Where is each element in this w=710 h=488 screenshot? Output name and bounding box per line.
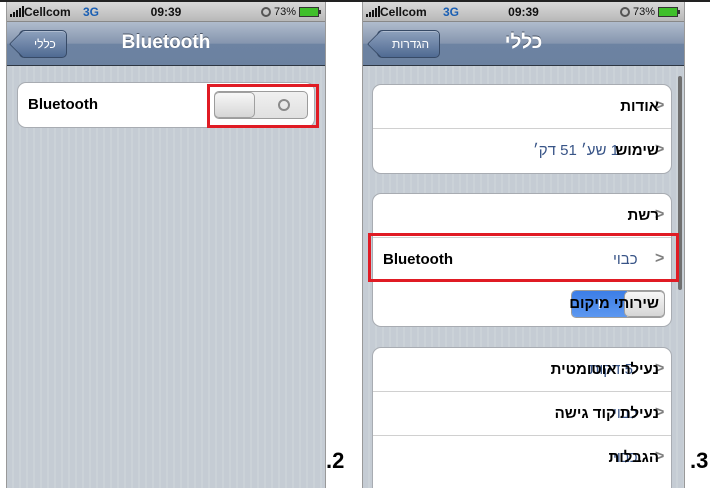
status-bar: Cellcom 3G 09:39 73%	[363, 2, 684, 22]
step-number-2: .2	[326, 448, 345, 473]
row-label: אודות	[620, 98, 659, 115]
navigation-bar: הגדרות כללי	[363, 22, 684, 66]
row-label: נעילת קוד גישה	[554, 405, 659, 422]
list-item[interactable]: > אודות	[373, 85, 671, 129]
list-item[interactable]: > 1 שע׳ 51 דק׳ שימוש	[373, 129, 671, 173]
back-button-label: כללי	[34, 37, 56, 51]
row-value: 1 שע׳ 51 דק׳	[533, 142, 619, 159]
navigation-bar: כללי Bluetooth	[7, 22, 325, 66]
list-item[interactable]: > רשת	[373, 194, 671, 238]
list-item[interactable]: > כבוי נעילת קוד גישה	[373, 392, 671, 436]
battery-icon	[658, 7, 680, 17]
alarm-clock-icon	[260, 7, 271, 17]
battery-percent: 73%	[632, 6, 655, 18]
battery-percent: 73%	[273, 6, 296, 18]
bluetooth-label: Bluetooth	[28, 96, 98, 113]
list-item[interactable]: > כבוי הגבלות	[373, 436, 671, 480]
row-label: הגבלות	[608, 449, 660, 466]
bluetooth-settings-screen: Cellcom 3G 09:39 73% כללי Bluetooth Blue…	[6, 2, 326, 488]
back-button-label: הגדרות	[392, 37, 430, 51]
highlight-box-toggle	[207, 84, 319, 128]
battery-icon	[299, 7, 321, 17]
list-item: I שירותי מיקום	[373, 282, 671, 326]
row-label: רשת	[627, 207, 660, 224]
highlight-box-bluetooth-row	[368, 233, 679, 282]
row-label: נעילה אוטומטית	[550, 361, 659, 378]
list-item[interactable]: > 5 דקות נעילה אוטומטית	[373, 348, 671, 392]
row-label: שימוש	[615, 142, 659, 159]
lock-group: > 5 דקות נעילה אוטומטית > כבוי נעילת קוד…	[372, 347, 672, 488]
general-settings-screen: Cellcom 3G 09:39 73% הגדרות כללי > אודות…	[362, 2, 685, 488]
about-usage-group: > אודות > 1 שע׳ 51 דק׳ שימוש	[372, 84, 672, 174]
alarm-clock-icon	[619, 7, 630, 17]
step-number-3: .3	[690, 448, 709, 473]
row-label: שירותי מיקום	[569, 295, 659, 312]
status-bar: Cellcom 3G 09:39 73%	[7, 2, 325, 22]
